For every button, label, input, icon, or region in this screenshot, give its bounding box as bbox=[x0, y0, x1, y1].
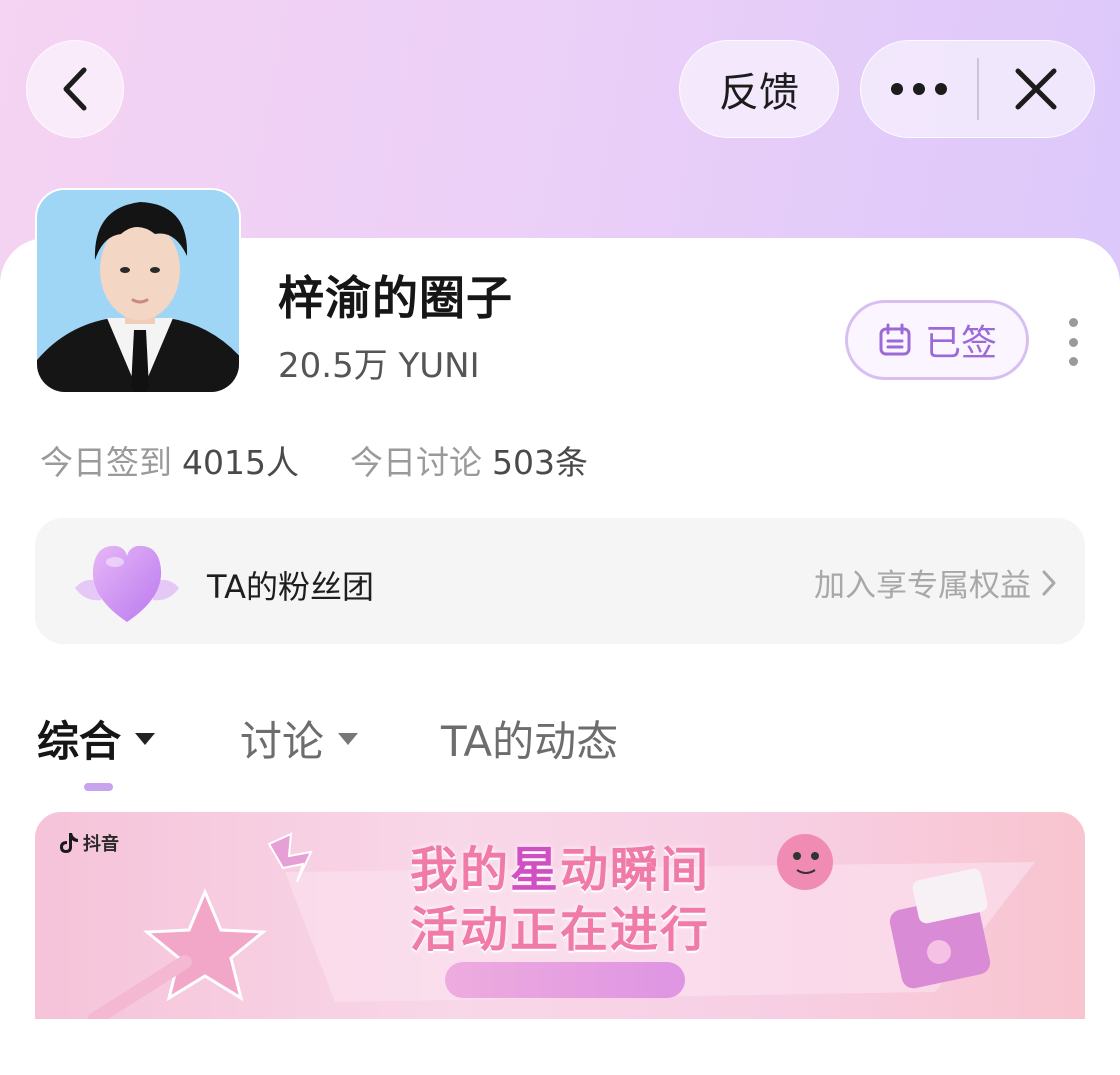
signed-button[interactable]: 已签 bbox=[845, 300, 1029, 380]
tab-ta-activity-label: TA的动态 bbox=[441, 717, 619, 766]
more-vertical-icon[interactable] bbox=[1063, 318, 1083, 366]
fan-club-label: TA的粉丝团 bbox=[207, 568, 374, 606]
banner-line1-star: 星 bbox=[509, 842, 560, 898]
tab-overview-label: 综合 bbox=[37, 717, 122, 766]
feedback-label: 反馈 bbox=[719, 70, 799, 116]
discussion-value: 503条 bbox=[492, 443, 588, 482]
tab-bar: 综合 讨论 TA的动态 bbox=[0, 708, 1120, 768]
banner-headline: 我的星动瞬间 活动正在进行 bbox=[35, 840, 1085, 960]
fan-club-card[interactable]: TA的粉丝团 加入享专属权益 bbox=[35, 518, 1085, 644]
event-banner[interactable]: 抖音 我的星动瞬间 活动正在进行 bbox=[35, 812, 1085, 1019]
dropdown-arrow-icon bbox=[338, 732, 359, 745]
discussion-label: 今日讨论 bbox=[350, 443, 482, 482]
circle-title: 梓渝的圈子 bbox=[278, 271, 513, 325]
signed-label: 已签 bbox=[924, 323, 997, 364]
banner-line1-suffix: 动瞬间 bbox=[560, 842, 711, 898]
close-button[interactable] bbox=[979, 67, 1094, 111]
tab-discussion[interactable]: 讨论 bbox=[240, 708, 359, 769]
heart-icon bbox=[75, 545, 179, 622]
dropdown-arrow-icon bbox=[135, 732, 156, 745]
banner-action-pill[interactable] bbox=[445, 962, 685, 998]
discussion-stat: 今日讨论 503条 bbox=[350, 436, 588, 484]
checkin-stat: 今日签到 4015人 bbox=[40, 436, 299, 484]
back-button[interactable] bbox=[26, 40, 124, 138]
avatar[interactable] bbox=[35, 188, 241, 394]
calendar-icon bbox=[879, 323, 911, 356]
fan-club-cta[interactable]: 加入享专属权益 bbox=[814, 560, 1057, 605]
feedback-button[interactable]: 反馈 bbox=[679, 40, 839, 138]
chevron-left-icon bbox=[63, 67, 87, 111]
fan-club-cta-label: 加入享专属权益 bbox=[814, 568, 1031, 604]
close-icon bbox=[1015, 68, 1057, 110]
active-tab-indicator bbox=[84, 783, 113, 791]
tab-ta-activity[interactable]: TA的动态 bbox=[441, 708, 618, 769]
banner-line2: 活动正在进行 bbox=[409, 902, 710, 958]
chevron-right-icon bbox=[1042, 570, 1056, 595]
more-horizontal-icon bbox=[891, 83, 947, 95]
circle-subtitle: 20.5万 YUNI bbox=[278, 346, 480, 386]
banner-line1-prefix: 我的 bbox=[409, 842, 510, 898]
avatar-portrait bbox=[37, 190, 239, 392]
more-options-button[interactable] bbox=[861, 82, 977, 96]
checkin-label: 今日签到 bbox=[40, 443, 172, 482]
tab-discussion-label: 讨论 bbox=[240, 717, 325, 766]
tab-overview[interactable]: 综合 bbox=[37, 708, 156, 769]
capsule-menu bbox=[860, 40, 1095, 138]
checkin-value: 4015人 bbox=[182, 443, 299, 482]
